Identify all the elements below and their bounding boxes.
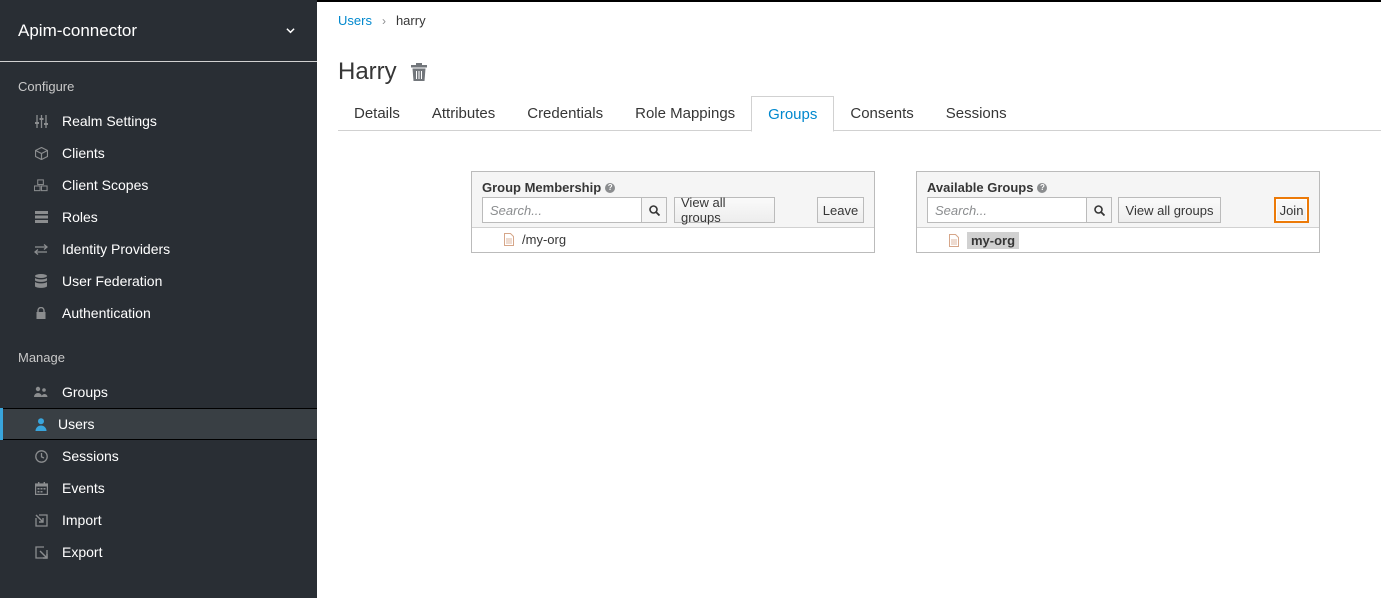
sidebar-item-events[interactable]: Events: [0, 472, 317, 504]
calendar-icon: [34, 481, 48, 495]
sidebar-item-label: Import: [62, 512, 102, 528]
help-icon[interactable]: ?: [605, 182, 616, 193]
exchange-icon: [34, 242, 48, 256]
import-icon: [34, 513, 48, 527]
sidebar-item-label: Realm Settings: [62, 113, 157, 129]
sidebar-item-label: Groups: [62, 384, 108, 400]
list-icon: [34, 210, 48, 224]
view-all-groups-button[interactable]: View all groups: [1118, 197, 1221, 223]
search-icon: [1093, 204, 1105, 216]
configure-section-title: Configure: [18, 79, 75, 94]
search-input[interactable]: Search...: [927, 197, 1087, 223]
sidebar-item-label: Identity Providers: [62, 241, 171, 257]
sidebar-item-label: Clients: [62, 145, 105, 161]
panel-header: Available Groups ? Search... View all gr…: [917, 172, 1319, 228]
available-groups-panel: Available Groups ? Search... View all gr…: [916, 171, 1320, 253]
list-item[interactable]: my-org: [949, 232, 1020, 249]
tab-details[interactable]: Details: [338, 96, 416, 131]
sidebar-item-authentication[interactable]: Authentication: [0, 297, 317, 329]
tab-groups[interactable]: Groups: [751, 96, 835, 132]
breadcrumb-current: harry: [395, 13, 426, 28]
sidebar-item-groups[interactable]: Groups: [0, 376, 317, 408]
lock-icon: [34, 306, 48, 320]
page-title-row: Harry: [338, 58, 427, 86]
panel-title-row: Available Groups ?: [927, 180, 1048, 195]
list-item[interactable]: /my-org: [504, 232, 566, 247]
tab-consents[interactable]: Consents: [834, 96, 929, 131]
help-icon[interactable]: ?: [1037, 182, 1048, 193]
tab-role-mappings[interactable]: Role Mappings: [619, 96, 751, 131]
sidebar-item-roles[interactable]: Roles: [0, 201, 317, 233]
leave-button[interactable]: Leave: [817, 197, 864, 223]
view-all-groups-button[interactable]: View all groups: [674, 195, 775, 225]
breadcrumb: Users › harry: [338, 13, 426, 28]
panel-title: Group Membership: [482, 180, 602, 195]
sidebar-item-label: User Federation: [62, 273, 163, 289]
sidebar-item-import[interactable]: Import: [0, 504, 317, 536]
clock-icon: [34, 449, 48, 463]
cubes-icon: [34, 178, 48, 192]
users-icon: [34, 385, 48, 399]
sidebar-item-identity-providers[interactable]: Identity Providers: [0, 233, 317, 265]
sidebar-item-export[interactable]: Export: [0, 536, 317, 568]
sidebar-item-sessions[interactable]: Sessions: [0, 440, 317, 472]
breadcrumb-users-link[interactable]: Users: [338, 13, 372, 28]
join-button[interactable]: Join: [1274, 197, 1309, 223]
main-content: Users › harry Harry Details Attributes C…: [317, 0, 1381, 598]
sidebar-item-label: Client Scopes: [62, 177, 149, 193]
export-icon: [34, 545, 48, 559]
sidebar-item-user-federation[interactable]: User Federation: [0, 265, 317, 297]
search-button[interactable]: [1086, 197, 1112, 223]
sidebar-item-label: Export: [62, 544, 103, 560]
sliders-icon: [34, 114, 48, 128]
cube-icon: [34, 146, 48, 160]
sidebar-item-label: Roles: [62, 209, 98, 225]
database-icon: [34, 274, 48, 288]
group-tree: /my-org: [472, 228, 874, 252]
tab-credentials[interactable]: Credentials: [511, 96, 619, 131]
sidebar-item-users[interactable]: Users: [0, 408, 317, 440]
sidebar: Apim-connector Configure Realm Settings …: [0, 0, 317, 598]
sidebar-item-label: Authentication: [62, 305, 151, 321]
search-button[interactable]: [641, 197, 667, 223]
breadcrumb-separator-icon: ›: [381, 13, 386, 28]
sidebar-item-label: Events: [62, 480, 105, 496]
sidebar-item-realm-settings[interactable]: Realm Settings: [0, 105, 317, 137]
sidebar-item-label: Sessions: [62, 448, 119, 464]
chevron-down-icon: [286, 28, 295, 34]
group-tree: my-org: [917, 228, 1319, 252]
file-icon: [949, 234, 959, 247]
configure-nav: Realm Settings Clients Client Scopes Rol…: [0, 105, 317, 329]
panel-header: Group Membership ? Search... View all gr…: [472, 172, 874, 228]
group-name: /my-org: [522, 232, 567, 247]
manage-nav: Groups Users Sessions Events Import Expo…: [0, 376, 317, 568]
user-icon: [34, 417, 48, 431]
manage-section-title: Manage: [18, 350, 65, 365]
sidebar-item-client-scopes[interactable]: Client Scopes: [0, 169, 317, 201]
group-name: my-org: [967, 232, 1020, 249]
trash-icon[interactable]: [410, 63, 427, 81]
user-tabs: Details Attributes Credentials Role Mapp…: [338, 96, 1381, 132]
sidebar-item-label: Users: [58, 416, 95, 432]
realm-selector[interactable]: Apim-connector: [0, 0, 317, 62]
file-icon: [504, 233, 514, 246]
tab-sessions[interactable]: Sessions: [930, 96, 1023, 131]
panel-title: Available Groups: [927, 180, 1034, 195]
search-icon: [648, 204, 660, 216]
page-title: Harry: [338, 58, 397, 85]
sidebar-item-clients[interactable]: Clients: [0, 137, 317, 169]
search-input[interactable]: Search...: [482, 197, 642, 223]
realm-name: Apim-connector: [18, 20, 138, 40]
panel-title-row: Group Membership ?: [482, 180, 616, 195]
tab-attributes[interactable]: Attributes: [416, 96, 511, 131]
group-membership-panel: Group Membership ? Search... View all gr…: [471, 171, 875, 253]
